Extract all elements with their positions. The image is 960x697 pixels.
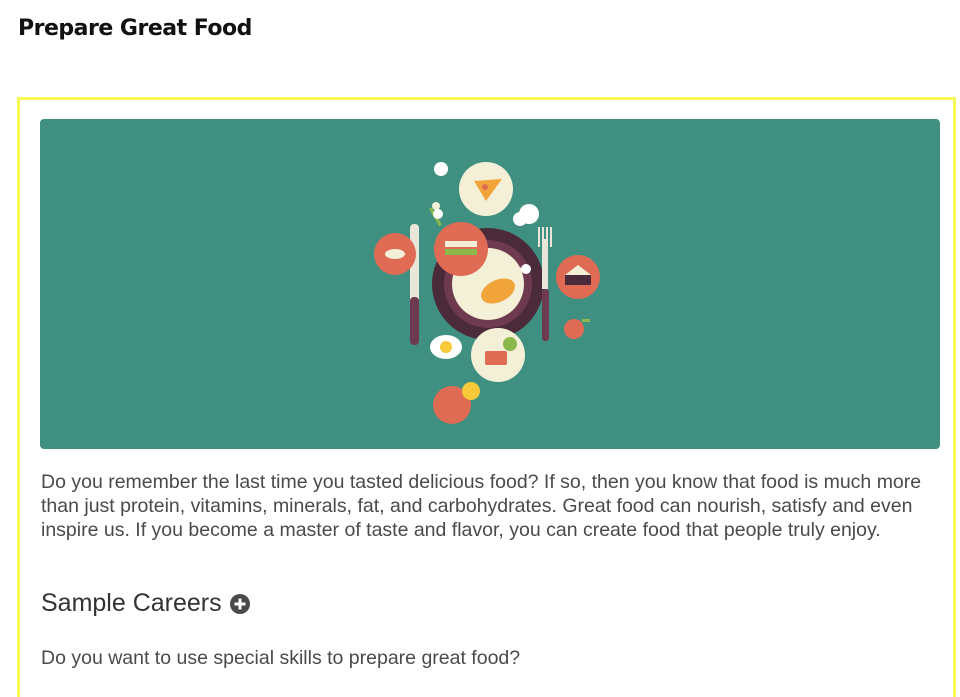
plus-circle-icon[interactable]	[229, 593, 250, 614]
hero-banner	[40, 119, 940, 449]
intro-paragraph: Do you remember the last time you tasted…	[41, 471, 922, 541]
section-heading: Sample Careers	[41, 589, 250, 618]
food-plate-illustration	[374, 162, 600, 424]
content-frame: Do you remember the last time you tasted…	[17, 97, 956, 697]
page-title: Prepare Great Food	[18, 16, 252, 41]
question-text: Do you want to use special skills to pre…	[41, 647, 521, 669]
section-heading-label: Sample Careers	[41, 589, 222, 617]
